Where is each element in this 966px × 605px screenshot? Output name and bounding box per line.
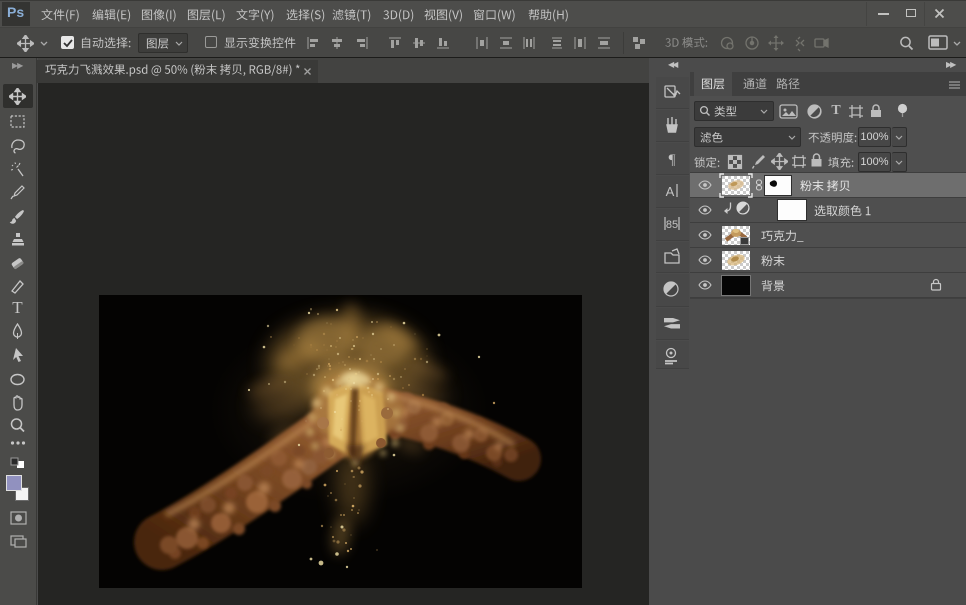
svg-text:T: T: [12, 299, 23, 316]
svg-text:85: 85: [666, 219, 678, 231]
svg-text:¶: ¶: [669, 152, 676, 168]
svg-text:A: A: [666, 184, 675, 199]
